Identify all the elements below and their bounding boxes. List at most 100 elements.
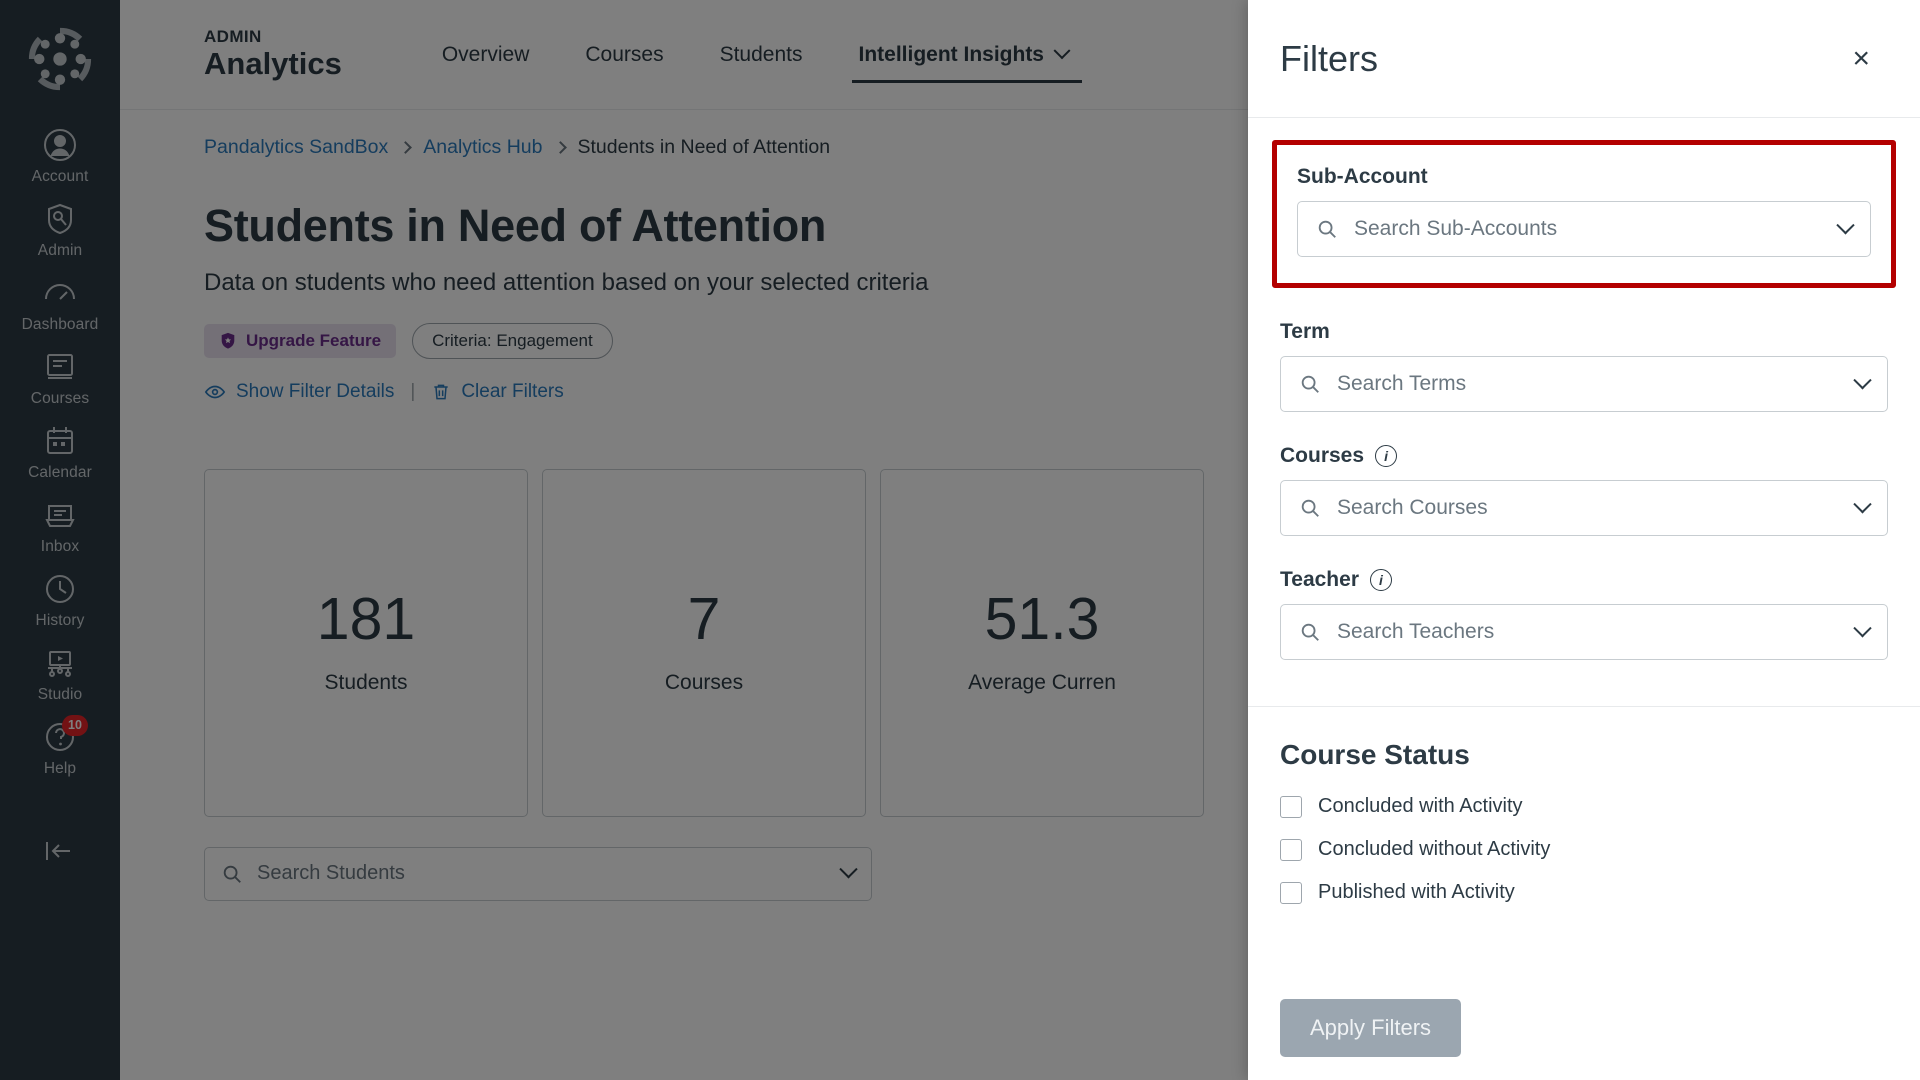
sidebar-item-account[interactable]: Account xyxy=(0,118,120,192)
sidebar-item-history[interactable]: History xyxy=(0,562,120,636)
search-students-input[interactable]: Search Students xyxy=(204,846,872,901)
sidebar-item-label: Dashboard xyxy=(21,316,99,334)
upgrade-feature-badge[interactable]: Upgrade Feature xyxy=(204,323,397,358)
filters-tray: Filters × Sub-Account Search Sub-Account… xyxy=(1248,0,1920,1080)
stat-value: 181 xyxy=(316,586,416,652)
search-students-placeholder: Search Students xyxy=(257,862,405,884)
canvas-logo[interactable] xyxy=(23,22,97,96)
course-status-title: Course Status xyxy=(1280,739,1470,770)
stat-card-average-current-score: 51.3 Average Curren xyxy=(880,468,1204,817)
help-icon: 10 xyxy=(42,715,88,755)
collapse-arrow-icon xyxy=(46,842,70,861)
breadcrumb-item-hub[interactable]: Analytics Hub xyxy=(423,136,542,159)
chevron-down-icon xyxy=(1053,41,1071,59)
sidebar-item-inbox[interactable]: Inbox xyxy=(0,488,120,562)
scroll-fade xyxy=(1248,930,1920,976)
stat-label: Students xyxy=(324,671,408,694)
account-icon xyxy=(42,127,78,163)
teacher-label: Teacher xyxy=(1280,568,1359,591)
history-clock-icon xyxy=(42,571,78,607)
checkbox-concluded-without-activity[interactable]: Concluded without Activity xyxy=(1280,838,1888,861)
shield-star-icon xyxy=(221,332,235,349)
courses-label-wrap: Courses i xyxy=(1280,444,1888,468)
eye-icon xyxy=(204,385,226,398)
sidebar-item-studio[interactable]: Studio xyxy=(0,636,120,710)
checkbox-box[interactable] xyxy=(1280,838,1302,861)
section-divider xyxy=(1248,706,1920,707)
filters-tray-body: Sub-Account Search Sub-Accounts Term Sea… xyxy=(1248,118,1920,1080)
tab-students[interactable]: Students xyxy=(692,37,831,73)
top-tabs: Overview Courses Students Intelligent In… xyxy=(414,37,1096,83)
courses-placeholder: Search Courses xyxy=(1337,496,1488,519)
sidebar-item-label: Inbox xyxy=(40,538,80,556)
sidebar-item-help[interactable]: 10 Help xyxy=(0,710,120,784)
checkbox-concluded-with-activity[interactable]: Concluded with Activity xyxy=(1280,795,1888,818)
search-icon xyxy=(1301,375,1319,393)
chevron-down-icon xyxy=(1853,618,1872,637)
checkbox-box[interactable] xyxy=(1280,881,1302,904)
chevron-down-icon xyxy=(839,860,858,879)
courses-field-group: Courses i Search Courses xyxy=(1280,444,1888,536)
upgrade-feature-label: Upgrade Feature xyxy=(246,330,382,350)
trash-icon xyxy=(434,384,448,399)
filters-tray-header: Filters × xyxy=(1248,0,1920,118)
search-icon xyxy=(1301,623,1319,641)
show-filter-details-label: Show Filter Details xyxy=(236,380,395,402)
term-select[interactable]: Search Terms xyxy=(1280,356,1888,412)
criteria-pill[interactable]: Criteria: Engagement xyxy=(412,322,613,359)
show-filter-details-button[interactable]: Show Filter Details xyxy=(204,381,394,403)
tab-courses[interactable]: Courses xyxy=(557,37,691,73)
courses-label: Courses xyxy=(1280,444,1365,467)
teacher-field-group: Teacher i Search Teachers xyxy=(1280,568,1888,660)
courses-book-icon xyxy=(42,349,78,385)
checkbox-box[interactable] xyxy=(1280,795,1302,818)
studio-icon xyxy=(42,645,78,681)
sub-account-select[interactable]: Search Sub-Accounts xyxy=(1297,201,1871,257)
stat-card-students: 181 Students xyxy=(204,468,528,817)
brand-eyebrow: ADMIN xyxy=(204,26,262,46)
tab-intelligent-insights[interactable]: Intelligent Insights xyxy=(830,37,1096,83)
stat-card-courses: 7 Courses xyxy=(542,468,866,817)
sidebar-item-dashboard[interactable]: Dashboard xyxy=(0,266,120,340)
term-label: Term xyxy=(1280,320,1330,343)
courses-select[interactable]: Search Courses xyxy=(1280,480,1888,536)
sidebar-item-courses[interactable]: Courses xyxy=(0,340,120,414)
stat-label: Courses xyxy=(664,671,744,694)
clear-filters-button[interactable]: Clear Filters xyxy=(431,380,564,403)
sidebar-item-label: Calendar xyxy=(28,464,92,482)
term-placeholder: Search Terms xyxy=(1337,372,1467,395)
clear-filters-label: Clear Filters xyxy=(461,380,564,402)
sidebar-item-admin[interactable]: Admin xyxy=(0,192,120,266)
sidebar-item-label: Studio xyxy=(37,686,83,704)
stat-value: 7 xyxy=(687,586,721,652)
term-field-group: Term Search Terms xyxy=(1280,320,1888,412)
apply-filters-button[interactable]: Apply Filters xyxy=(1280,999,1462,1057)
course-status-options: Concluded with Activity Concluded withou… xyxy=(1280,795,1888,904)
close-icon[interactable]: × xyxy=(1842,38,1880,80)
stat-value: 51.3 xyxy=(984,586,1100,652)
brand-title: Analytics xyxy=(204,46,342,82)
sub-account-placeholder: Search Sub-Accounts xyxy=(1354,217,1558,240)
filters-tray-footer: Apply Filters xyxy=(1248,976,1920,1080)
checkbox-label: Concluded without Activity xyxy=(1318,838,1551,860)
info-icon[interactable]: i xyxy=(1375,445,1398,467)
dashboard-gauge-icon xyxy=(42,275,78,311)
sidebar-item-label: Help xyxy=(43,760,77,778)
info-icon[interactable]: i xyxy=(1370,569,1392,591)
sidebar-item-calendar[interactable]: Calendar xyxy=(0,414,120,488)
tab-overview[interactable]: Overview xyxy=(414,37,558,73)
tab-label: Intelligent Insights xyxy=(858,42,1044,66)
checkbox-published-with-activity[interactable]: Published with Activity xyxy=(1280,881,1888,904)
teacher-select[interactable]: Search Teachers xyxy=(1280,604,1888,660)
breadcrumb-item-current: Students in Need of Attention xyxy=(577,136,831,158)
sidebar-item-label: Courses xyxy=(30,390,90,408)
app-root: Account Admin Dashboard Courses Calendar… xyxy=(0,0,1920,1080)
global-navigation: Account Admin Dashboard Courses Calendar… xyxy=(0,0,120,1080)
search-icon xyxy=(1318,220,1336,238)
collapse-nav-button[interactable] xyxy=(0,836,120,866)
inbox-icon xyxy=(42,497,78,533)
search-icon xyxy=(223,865,241,883)
help-badge-count: 10 xyxy=(62,715,88,736)
breadcrumb-item-root[interactable]: Pandalytics SandBox xyxy=(204,136,388,159)
chevron-down-icon xyxy=(1853,370,1872,389)
